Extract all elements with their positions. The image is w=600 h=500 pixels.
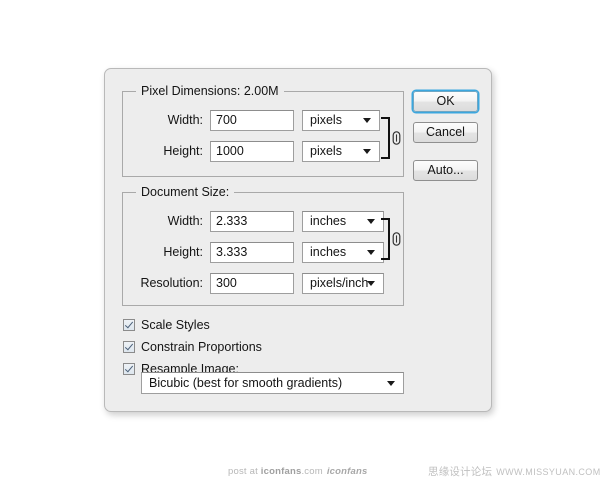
pixel-width-input[interactable] <box>210 109 294 131</box>
doc-width-input[interactable] <box>210 210 294 232</box>
watermark-left-prefix: post at <box>228 466 261 477</box>
iconfans-logo: iconfans <box>326 466 368 477</box>
chevron-down-icon <box>387 381 395 386</box>
constrain-proportions-label: Constrain Proportions <box>141 340 262 354</box>
pixel-dimensions-group: Pixel Dimensions: 2.00M Width: pixels He… <box>122 84 404 177</box>
resample-image-checkbox[interactable] <box>123 363 135 375</box>
watermark-left-brand: iconfans <box>260 466 302 477</box>
chevron-down-icon <box>363 149 371 154</box>
document-size-group: Document Size: Width: inches Height: inc… <box>122 185 404 306</box>
doc-width-unit-value: inches <box>310 214 347 228</box>
chevron-down-icon <box>363 118 371 123</box>
watermark-right-url: WWW.MISSYUAN.COM <box>496 467 600 477</box>
doc-width-label: Width: <box>167 214 203 228</box>
resample-method-value: Bicubic (best for smooth gradients) <box>149 376 343 390</box>
doc-height-label: Height: <box>163 245 203 259</box>
pixel-height-unit-combo[interactable]: pixels <box>302 140 380 162</box>
constrain-proportions-checkbox[interactable] <box>123 341 135 353</box>
doc-resolution-input[interactable] <box>210 272 294 294</box>
watermark-right-text: 思缘设计论坛 <box>428 466 493 478</box>
watermark-iconfans: post at iconfans.com iconfans <box>228 466 368 477</box>
doc-resolution-unit-value: pixels/inch <box>310 276 369 290</box>
pixel-height-unit-value: pixels <box>310 144 342 158</box>
doc-resolution-row: Resolution: pixels/inch <box>131 272 384 294</box>
doc-resolution-label: Resolution: <box>140 276 203 290</box>
doc-height-unit-value: inches <box>310 245 347 259</box>
doc-resolution-unit-combo[interactable]: pixels/inch <box>302 272 384 294</box>
pixel-width-unit-combo[interactable]: pixels <box>302 109 380 131</box>
watermark-left-suffix: .com <box>301 466 323 477</box>
image-size-dialog: Pixel Dimensions: 2.00M Width: pixels He… <box>104 68 492 412</box>
chevron-down-icon <box>367 219 375 224</box>
chevron-down-icon <box>367 281 375 286</box>
pixel-width-label: Width: <box>167 113 203 127</box>
scale-styles-checkbox[interactable] <box>123 319 135 331</box>
doc-width-unit-combo[interactable]: inches <box>302 210 384 232</box>
scale-styles-label: Scale Styles <box>141 318 210 332</box>
watermark-missyuan: 思缘设计论坛 WWW.MISSYUAN.COM <box>428 464 600 479</box>
ok-button[interactable]: OK <box>413 91 478 112</box>
resample-method-combo[interactable]: Bicubic (best for smooth gradients) <box>141 372 404 394</box>
pixel-height-label: Height: <box>163 144 203 158</box>
document-size-link-bracket <box>381 218 403 260</box>
doc-height-row: Height: inches <box>131 241 384 263</box>
pixel-dimensions-link-bracket <box>381 117 403 159</box>
scale-styles-checkbox-row[interactable]: Scale Styles <box>123 317 210 333</box>
pixel-height-row: Height: pixels <box>135 140 380 162</box>
pixel-height-input[interactable] <box>210 140 294 162</box>
doc-width-row: Width: inches <box>131 210 384 232</box>
pixel-width-row: Width: pixels <box>135 109 380 131</box>
cancel-button[interactable]: Cancel <box>413 122 478 143</box>
chain-link-icon <box>392 232 401 246</box>
pixel-dimensions-title: Pixel Dimensions: 2.00M <box>136 84 284 98</box>
chevron-down-icon <box>367 250 375 255</box>
doc-height-input[interactable] <box>210 241 294 263</box>
chain-link-icon <box>392 131 401 145</box>
doc-height-unit-combo[interactable]: inches <box>302 241 384 263</box>
pixel-width-unit-value: pixels <box>310 113 342 127</box>
bracket-shape <box>381 117 390 159</box>
auto-button[interactable]: Auto... <box>413 160 478 181</box>
constrain-proportions-checkbox-row[interactable]: Constrain Proportions <box>123 339 262 355</box>
document-size-title: Document Size: <box>136 185 235 199</box>
